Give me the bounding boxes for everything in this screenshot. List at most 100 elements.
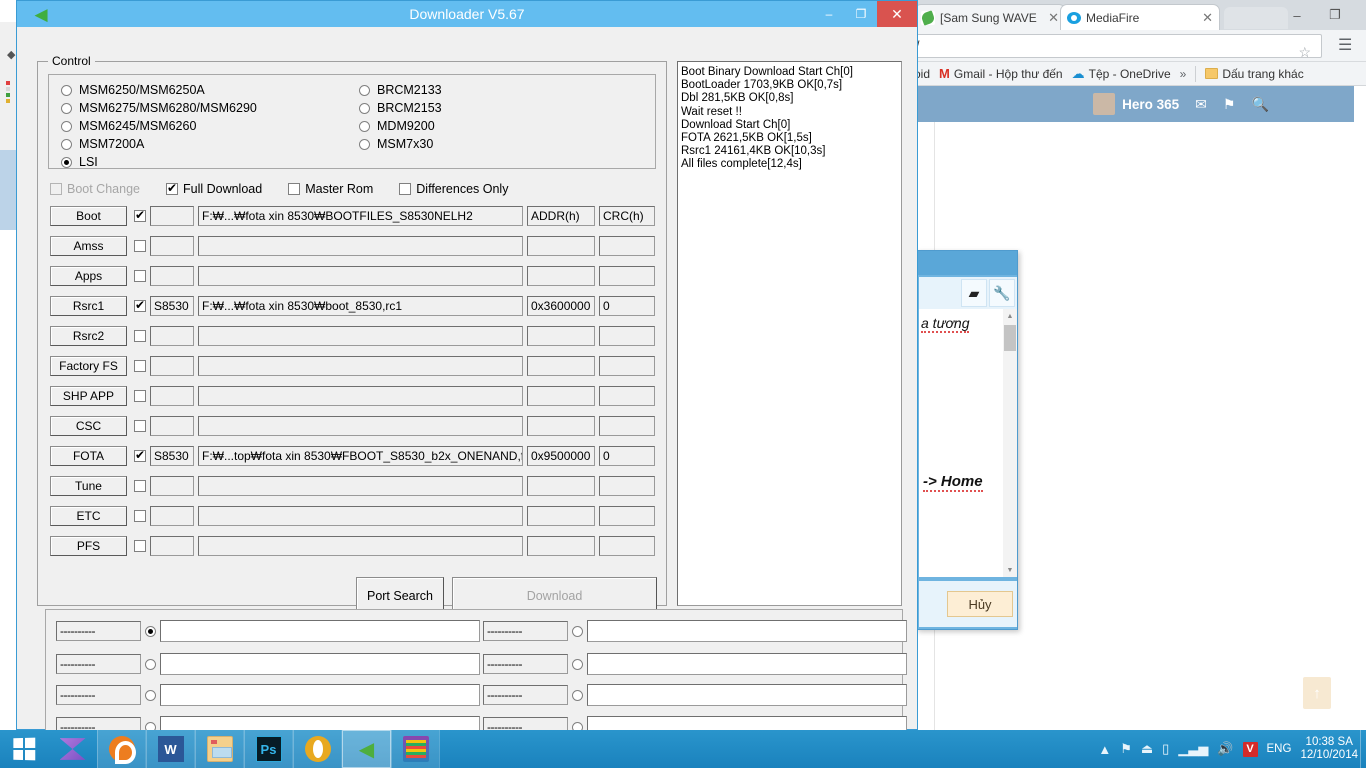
file-crc-factory-fs[interactable] bbox=[599, 356, 655, 376]
mail-icon[interactable]: ✉ bbox=[1195, 96, 1207, 113]
file-addr-apps[interactable] bbox=[527, 266, 595, 286]
file-tag-amss[interactable] bbox=[150, 236, 194, 256]
checkbox-differences-only[interactable] bbox=[399, 183, 412, 195]
file-button-shp-app[interactable]: SHP APP bbox=[50, 386, 127, 406]
file-checkbox-csc[interactable] bbox=[134, 420, 146, 432]
start-button[interactable] bbox=[0, 730, 48, 768]
flag-icon[interactable]: ⚑ bbox=[1120, 741, 1132, 757]
file-path-etc[interactable] bbox=[198, 506, 523, 526]
file-path-rsrc2[interactable] bbox=[198, 326, 523, 346]
file-path-fota[interactable]: F:₩...top₩fota xin 8530₩FBOOT_S8530_b2x_… bbox=[198, 446, 523, 466]
file-path-rsrc1[interactable]: F:₩...₩fota xin 8530₩boot_8530,rc1 bbox=[198, 296, 523, 316]
file-tag-etc[interactable] bbox=[150, 506, 194, 526]
file-checkbox-boot[interactable] bbox=[134, 208, 146, 222]
radio-lsi[interactable]: LSI bbox=[61, 155, 98, 169]
bookmark-item-gmail[interactable]: M Gmail - Hộp thư đến bbox=[939, 66, 1063, 81]
radio-msm7x30[interactable]: MSM7x30 bbox=[359, 137, 433, 151]
file-crc-rsrc1[interactable]: 0 bbox=[599, 296, 655, 316]
taskbar-item-word[interactable]: W bbox=[146, 730, 195, 768]
bookmark-item-onedrive[interactable]: ☁ Tệp - OneDrive bbox=[1072, 66, 1171, 82]
downloader-titlebar[interactable]: ◀ Downloader V5.67 – ❐ ✕ bbox=[17, 1, 917, 27]
bookmark-star-icon[interactable]: ☆ bbox=[1298, 44, 1311, 61]
port-field[interactable] bbox=[160, 653, 480, 675]
file-addr-factory-fs[interactable] bbox=[527, 356, 595, 376]
file-button-boot[interactable]: Boot bbox=[50, 206, 127, 226]
port-field[interactable] bbox=[587, 684, 907, 706]
file-checkbox-etc[interactable] bbox=[134, 510, 146, 522]
file-path-amss[interactable] bbox=[198, 236, 523, 256]
taskbar-item-firefox[interactable] bbox=[97, 730, 146, 768]
file-crc-tune[interactable] bbox=[599, 476, 655, 496]
file-addr-shp-app[interactable] bbox=[527, 386, 595, 406]
file-button-factory-fs[interactable]: Factory FS bbox=[50, 356, 127, 376]
file-path-csc[interactable] bbox=[198, 416, 523, 436]
taskbar-item-media-player[interactable] bbox=[48, 730, 97, 768]
file-button-tune[interactable]: Tune bbox=[50, 476, 127, 496]
file-crc-etc[interactable] bbox=[599, 506, 655, 526]
file-path-pfs[interactable] bbox=[198, 536, 523, 556]
taskbar-item-downloader[interactable]: ◀ bbox=[342, 730, 391, 768]
wrench-icon[interactable]: 🔧 bbox=[989, 279, 1015, 307]
clock[interactable]: 10:38 SA 12/10/2014 bbox=[1300, 736, 1358, 762]
usb-icon[interactable]: ⏏ bbox=[1141, 741, 1153, 757]
file-checkbox-amss[interactable] bbox=[134, 240, 146, 252]
file-path-factory-fs[interactable] bbox=[198, 356, 523, 376]
browser-maximize-button[interactable]: ❐ bbox=[1316, 0, 1354, 30]
volume-icon[interactable]: 🔊 bbox=[1217, 741, 1233, 757]
maximize-button[interactable]: ❐ bbox=[845, 1, 877, 27]
file-tag-csc[interactable] bbox=[150, 416, 194, 436]
file-tag-shp-app[interactable] bbox=[150, 386, 194, 406]
file-checkbox-fota[interactable] bbox=[134, 448, 146, 462]
taskbar-item-winrar[interactable] bbox=[391, 730, 440, 768]
browser-tab-samsung-wave[interactable]: [Sam Sung WAVE ✕ bbox=[914, 4, 1066, 30]
file-path-shp-app[interactable] bbox=[198, 386, 523, 406]
file-tag-factory-fs[interactable] bbox=[150, 356, 194, 376]
file-path-apps[interactable] bbox=[198, 266, 523, 286]
dialog-scroll-up-icon[interactable]: ▲ bbox=[1003, 309, 1017, 323]
signal-icon[interactable]: ▁▃▅ bbox=[1178, 741, 1208, 757]
radio-msm7200a[interactable]: MSM7200A bbox=[61, 137, 144, 151]
file-crc-pfs[interactable] bbox=[599, 536, 655, 556]
battery-icon[interactable]: ▯ bbox=[1162, 741, 1169, 757]
port-radio[interactable] bbox=[145, 658, 156, 670]
tab-close-icon[interactable]: ✕ bbox=[1202, 11, 1213, 24]
checkbox-boot-change[interactable] bbox=[50, 183, 62, 195]
show-desktop-button[interactable] bbox=[1360, 730, 1366, 768]
checkbox-full-download[interactable] bbox=[165, 181, 178, 195]
file-checkbox-rsrc1[interactable] bbox=[134, 298, 146, 312]
user-profile[interactable]: Hero 365 bbox=[1093, 93, 1179, 115]
checkbox-master-rom[interactable] bbox=[288, 183, 301, 195]
port-field[interactable] bbox=[160, 620, 480, 642]
dialog-scrollbar[interactable]: ▲ ▼ bbox=[1003, 309, 1017, 577]
radio-brcm2133[interactable]: BRCM2133 bbox=[359, 83, 442, 97]
file-button-csc[interactable]: CSC bbox=[50, 416, 127, 436]
port-radio[interactable] bbox=[145, 689, 156, 701]
file-addr-etc[interactable] bbox=[527, 506, 595, 526]
file-button-rsrc2[interactable]: Rsrc2 bbox=[50, 326, 127, 346]
file-addr-fota[interactable]: 0x9500000 bbox=[527, 446, 595, 466]
flag-icon[interactable]: ⚑ bbox=[1223, 96, 1236, 113]
taskbar-item-opera[interactable] bbox=[293, 730, 342, 768]
chrome-menu-icon[interactable]: ☰ bbox=[1338, 38, 1352, 54]
cancel-button[interactable]: Hủy bbox=[947, 591, 1013, 617]
file-crc-apps[interactable] bbox=[599, 266, 655, 286]
language-indicator[interactable]: ENG bbox=[1267, 743, 1292, 755]
file-addr-tune[interactable] bbox=[527, 476, 595, 496]
file-crc-csc[interactable] bbox=[599, 416, 655, 436]
file-checkbox-factory-fs[interactable] bbox=[134, 360, 146, 372]
file-checkbox-pfs[interactable] bbox=[134, 540, 146, 552]
search-icon[interactable]: 🔍 bbox=[1251, 96, 1268, 113]
browser-tab-mediafire[interactable]: MediaFire ✕ bbox=[1060, 4, 1220, 30]
file-addr-rsrc2[interactable] bbox=[527, 326, 595, 346]
port-field[interactable] bbox=[587, 620, 907, 642]
file-tag-apps[interactable] bbox=[150, 266, 194, 286]
taskbar-item-file-explorer[interactable] bbox=[195, 730, 244, 768]
taskbar-item-photoshop[interactable]: Ps bbox=[244, 730, 293, 768]
file-addr-csc[interactable] bbox=[527, 416, 595, 436]
scroll-to-top-button[interactable]: ↑ bbox=[1303, 677, 1331, 709]
bookmarks-overflow-button[interactable]: » bbox=[1180, 67, 1187, 81]
eraser-icon[interactable]: ▰ bbox=[961, 279, 987, 307]
file-path-tune[interactable] bbox=[198, 476, 523, 496]
file-tag-rsrc2[interactable] bbox=[150, 326, 194, 346]
file-addr-amss[interactable] bbox=[527, 236, 595, 256]
